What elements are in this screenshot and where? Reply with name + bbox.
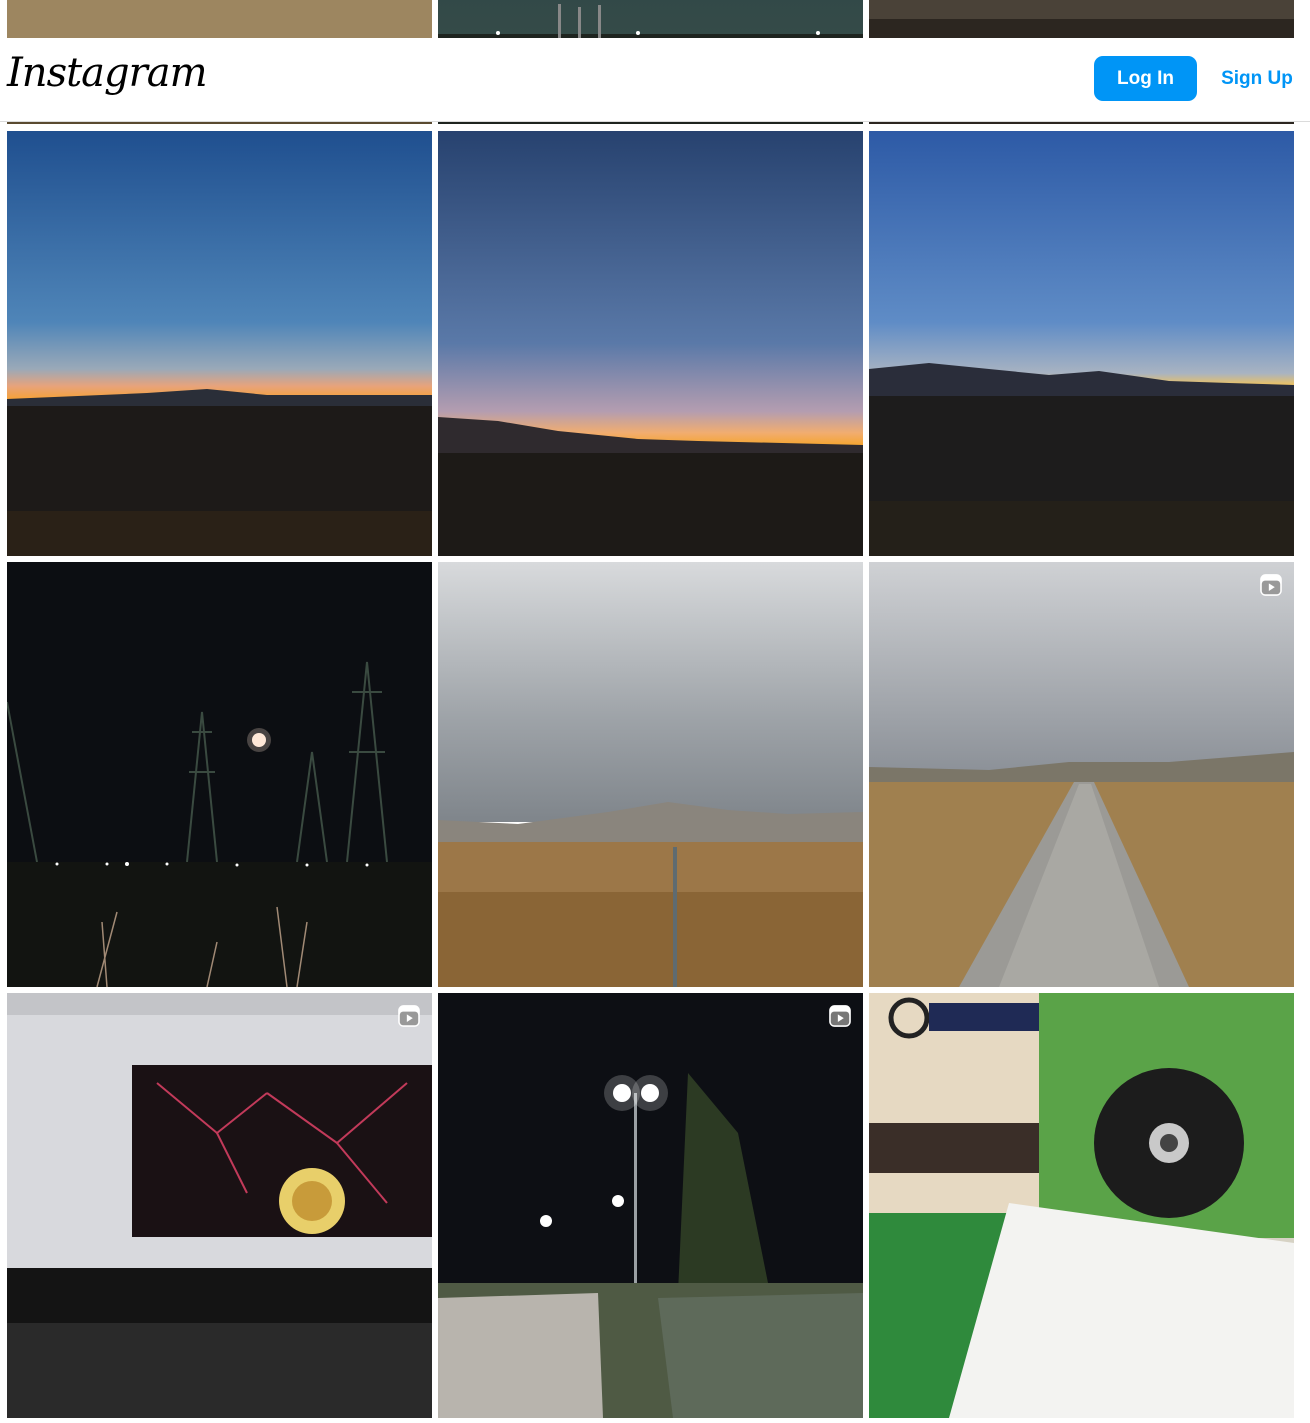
sign-up-button[interactable]: Sign Up (1213, 56, 1301, 101)
top-header: Instagram Log In Sign Up (0, 38, 1310, 122)
post-thumbnail[interactable] (438, 562, 863, 987)
post-image (438, 562, 863, 987)
instagram-logo[interactable]: Instagram (7, 50, 208, 96)
post-thumbnail[interactable] (438, 993, 863, 1418)
post-thumbnail[interactable] (7, 562, 432, 987)
post-image (438, 131, 863, 556)
post-thumbnail[interactable] (7, 993, 432, 1418)
post-grid (0, 0, 1310, 1423)
post-thumbnail[interactable] (438, 131, 863, 556)
post-thumbnail[interactable] (869, 993, 1294, 1418)
post-image (869, 131, 1294, 556)
post-image (869, 562, 1294, 987)
post-image (7, 993, 432, 1418)
post-image (7, 131, 432, 556)
post-image (438, 993, 863, 1418)
reel-icon (829, 1005, 851, 1027)
post-image (869, 993, 1294, 1418)
post-image (7, 562, 432, 987)
post-thumbnail[interactable] (7, 131, 432, 556)
log-in-button[interactable]: Log In (1094, 56, 1197, 101)
reel-icon (1260, 574, 1282, 596)
reel-icon (398, 1005, 420, 1027)
post-thumbnail[interactable] (869, 562, 1294, 987)
post-thumbnail[interactable] (869, 131, 1294, 556)
